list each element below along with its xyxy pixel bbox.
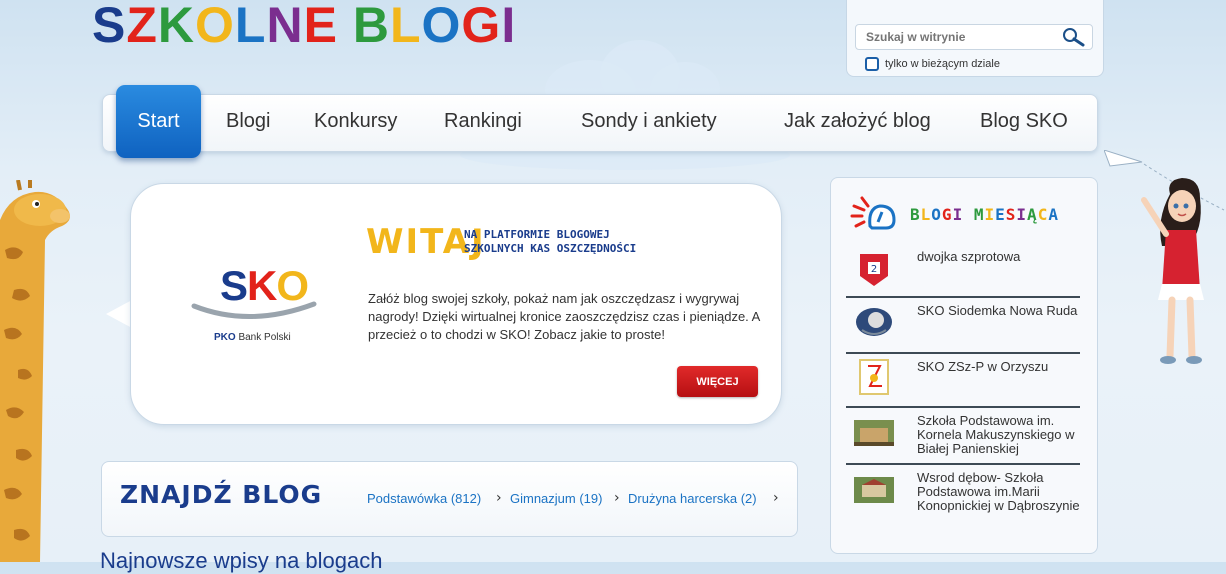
girl-illustration — [1104, 150, 1225, 364]
chevron-right-icon: › — [773, 490, 779, 506]
logo-letter: G — [461, 0, 502, 53]
title-letter: I — [984, 205, 996, 224]
title-letter: L — [920, 205, 932, 224]
title-letter: S — [1005, 205, 1017, 224]
search-input[interactable] — [855, 24, 1093, 50]
title-letter — [963, 205, 974, 224]
logo-letter — [338, 0, 353, 50]
logo-letter: K — [157, 0, 196, 53]
logo-letter: L — [389, 0, 422, 53]
list-item[interactable]: SKO Siodemka Nowa Ruda — [846, 298, 1080, 354]
nav-item-rankingi[interactable]: Rankingi — [444, 110, 522, 133]
title-letter: I — [952, 205, 964, 224]
list-item[interactable]: 2 dwojka szprotowa — [846, 244, 1080, 298]
logo-letter: E — [303, 0, 338, 53]
chevron-right-icon: › — [496, 490, 502, 506]
blogs-badge-icon — [850, 196, 896, 230]
search-box: tylko w bieżącym dziale — [846, 0, 1104, 77]
welcome-subtitle-line: NA PLATFORMIE BLOGOWEJ — [464, 228, 610, 241]
title-letter: I — [1016, 205, 1028, 224]
logo-letter: S — [92, 0, 127, 53]
welcome-description: Załóż blog swojej szkoły, pokaż nam jak … — [368, 291, 760, 342]
title-letter: M — [973, 205, 985, 224]
sko-swoosh — [191, 301, 317, 319]
title-letter: G — [941, 205, 953, 224]
blog-thumbnail: 2 — [860, 254, 888, 286]
logo-letter: B — [352, 0, 390, 53]
search-icon[interactable] — [1061, 27, 1087, 47]
more-button[interactable]: WIĘCEJ — [677, 366, 758, 397]
find-blog-title: ZNAJDŹ BLOG — [120, 480, 323, 509]
title-letter: C — [1037, 205, 1049, 224]
logo-letter: I — [501, 0, 517, 53]
blog-thumbnail — [856, 308, 892, 336]
blog-name[interactable]: Szkoła Podstawowa im. Kornela Makuszynsk… — [917, 414, 1085, 456]
welcome-subtitle: NA PLATFORMIE BLOGOWEJ SZKOLNYCH KAS OSZ… — [464, 228, 636, 256]
chevron-right-icon: › — [614, 490, 620, 506]
search-scope[interactable]: tylko w bieżącym dziale — [865, 57, 1000, 71]
blog-thumbnail — [854, 477, 894, 503]
title-letter: E — [995, 205, 1006, 224]
nav-item-jak-zalozyc[interactable]: Jak założyć blog — [784, 110, 931, 133]
blog-thumbnail — [859, 359, 889, 395]
blogs-of-month-title: BLOGI MIESIĄCA — [910, 205, 1059, 224]
site-logo[interactable]: SZKOLNE BLOGI — [92, 0, 516, 52]
list-item[interactable]: Szkoła Podstawowa im. Kornela Makuszynsk… — [846, 408, 1080, 465]
find-link-druzyna[interactable]: Drużyna harcerska (2) — [628, 491, 757, 506]
logo-letter: O — [421, 0, 462, 53]
logo-letter: O — [195, 0, 235, 53]
logo-letter: N — [266, 0, 304, 53]
nav-item-sondy[interactable]: Sondy i ankiety — [581, 110, 717, 133]
blog-name[interactable]: SKO ZSz-P w Orzyszu — [917, 360, 1085, 374]
scope-label: tylko w bieżącym dziale — [885, 58, 1000, 70]
list-item[interactable]: Wsrod dębow- Szkoła Podstawowa im.Marii … — [846, 465, 1080, 530]
title-letter: B — [910, 205, 921, 224]
nav-item-blogi[interactable]: Blogi — [226, 110, 270, 133]
scope-checkbox[interactable] — [865, 57, 879, 71]
bank-name: PKO Bank Polski — [214, 332, 291, 343]
nav-item-start[interactable]: Start — [116, 85, 201, 158]
blog-name[interactable]: SKO Siodemka Nowa Ruda — [917, 304, 1085, 318]
logo-letter: L — [234, 0, 267, 53]
welcome-subtitle-line: SZKOLNYCH KAS OSZCZĘDNOŚCI — [464, 242, 637, 255]
sko-logo: SKO PKO Bank Polski — [190, 262, 320, 352]
title-letter: A — [1048, 205, 1059, 224]
nav-item-konkursy[interactable]: Konkursy — [314, 110, 397, 133]
nav-item-blog-sko[interactable]: Blog SKO — [980, 110, 1068, 133]
blog-thumbnail — [854, 420, 894, 446]
find-link-gimnazjum[interactable]: Gimnazjum (19) — [510, 491, 602, 506]
bubble-tail — [106, 300, 132, 328]
find-link-podstawowka[interactable]: Podstawówka (812) — [367, 491, 481, 506]
giraffe-illustration — [0, 180, 70, 562]
blog-name[interactable]: dwojka szprotowa — [917, 250, 1085, 264]
title-letter: O — [931, 205, 942, 224]
list-item[interactable]: SKO ZSz-P w Orzyszu — [846, 354, 1080, 408]
blog-name[interactable]: Wsrod dębow- Szkoła Podstawowa im.Marii … — [917, 471, 1085, 513]
svg-text:2: 2 — [871, 264, 877, 275]
title-letter: Ą — [1027, 205, 1038, 224]
section-heading-partial: Najnowsze wpisy na blogach — [100, 548, 383, 573]
logo-letter: Z — [126, 0, 158, 53]
